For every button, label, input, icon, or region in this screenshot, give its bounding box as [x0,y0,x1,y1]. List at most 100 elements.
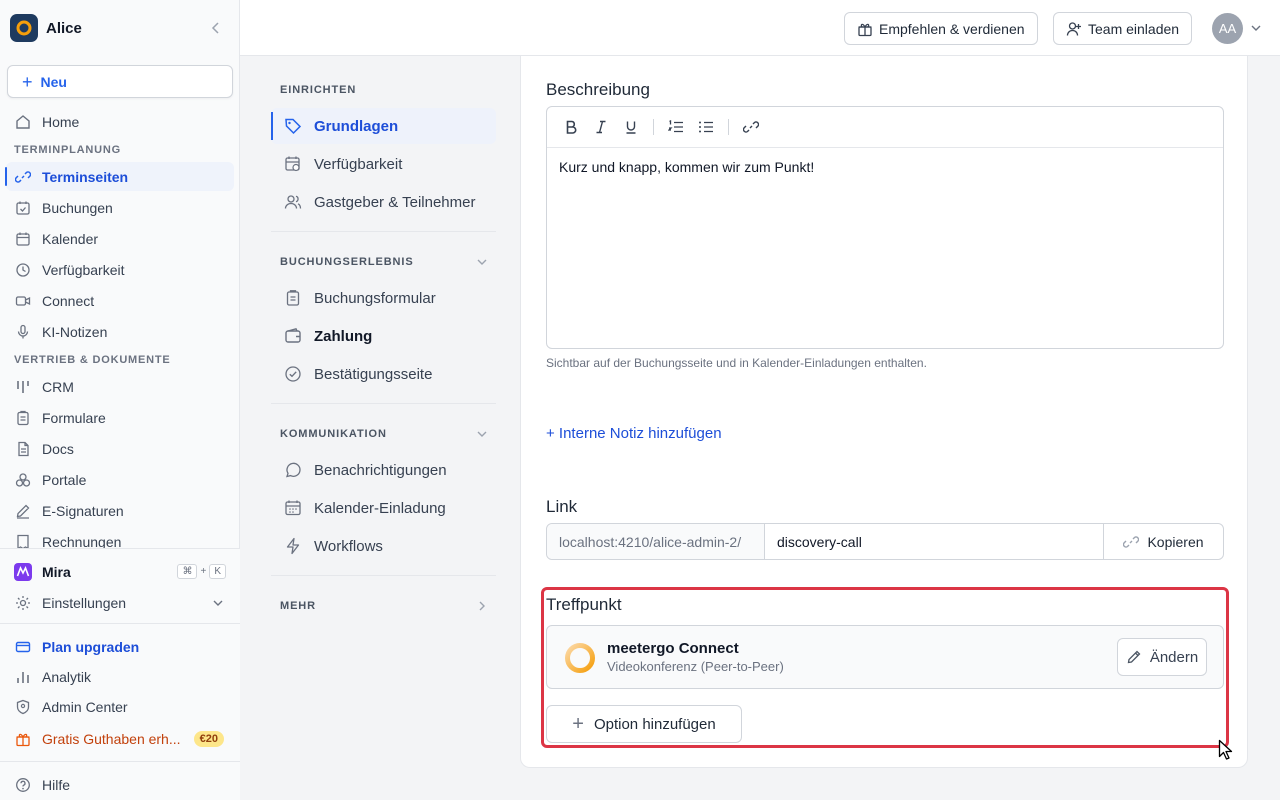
divider [271,403,496,404]
link-icon [14,168,32,186]
new-button[interactable]: + Neu [7,65,233,98]
event-settings-card: Beschreibung Kurz und knapp, kommen wir … [520,56,1248,768]
mira-logo-icon [14,562,32,581]
toolbar-separator [653,119,654,135]
nav-item-formulare[interactable]: Formulare [6,403,234,432]
nav-label: Kalender [42,230,99,247]
location-subtitle: Videokonferenz (Peer-to-Peer) [607,659,784,674]
nav-item-crm[interactable]: CRM [6,372,234,401]
nav-item-e-signaturen[interactable]: E-Signaturen [6,496,234,525]
nav-label: Admin Center [42,698,128,715]
nav-item-portale[interactable]: Portale [6,465,234,494]
nav-item-einstellungen[interactable]: Einstellungen [6,588,234,617]
shield-user-icon [14,698,32,716]
calendar-clock-icon [284,155,302,173]
subnav-item-bestaetigungsseite[interactable]: Bestätigungsseite [271,356,496,392]
invite-team-button[interactable]: Team einladen [1053,12,1193,45]
ordered-list-icon[interactable] [666,117,686,137]
nav-item-verfuegbarkeit[interactable]: Verfügbarkeit [6,255,234,284]
subnav-item-gastgeber[interactable]: Gastgeber & Teilnehmer [271,184,496,220]
subnav-item-buchungsformular[interactable]: Buchungsformular [271,280,496,316]
add-option-button[interactable]: + Option hinzufügen [546,705,742,743]
divider [271,575,496,576]
nav-item-mira[interactable]: Mira ⌘ + K [6,557,234,586]
bottom-nav: Mira ⌘ + K Einstellungen Plan upgraden A… [0,557,240,800]
section-label-more[interactable]: MEHR [271,588,496,624]
copy-button-label: Kopieren [1147,533,1204,550]
nav-item-analytik[interactable]: Analytik [6,662,234,691]
link-icon[interactable] [741,117,761,137]
nav-item-ki-notizen[interactable]: KI-Notizen [6,317,234,346]
add-internal-note-link[interactable]: + Interne Notiz hinzufügen [546,425,722,442]
calendar-check-icon [14,199,32,217]
subnav-item-workflows[interactable]: Workflows [271,528,496,564]
bullet-list-icon[interactable] [696,117,716,137]
add-option-label: Option hinzufügen [593,715,716,733]
description-label: Beschreibung [546,80,650,99]
nav-label: Analytik [42,668,92,685]
subnav-item-zahlung[interactable]: Zahlung [271,318,496,354]
help-icon [14,776,32,794]
new-button-label: Neu [40,73,67,90]
section-label-scheduling: TERMINPLANUNG [14,144,121,156]
workspace-switcher[interactable]: Alice [10,14,232,42]
pen-icon [14,502,32,520]
nav-label: Einstellungen [42,594,127,611]
clock-icon [14,261,32,279]
subnav-label: Kalender-Einladung [314,499,446,517]
avatar[interactable]: AA [1212,13,1243,44]
refer-button[interactable]: Empfehlen & verdienen [844,12,1038,45]
chevron-down-icon [476,428,488,440]
nav-item-connect[interactable]: Connect [6,286,234,315]
subnav-item-kalender-einladung[interactable]: Kalender-Einladung [271,490,496,526]
copy-link-button[interactable]: Kopieren [1103,524,1223,559]
nav-item-plan-upgraden[interactable]: Plan upgraden [6,632,234,661]
subnav-item-verfuegbarkeit[interactable]: Verfügbarkeit [271,146,496,182]
section-label-communication[interactable]: KOMMUNIKATION [271,416,496,452]
wallet-icon [284,327,302,345]
topbar: Empfehlen & verdienen Team einladen AA [240,0,1280,56]
chevron-right-icon [476,600,488,612]
lightning-icon [284,537,302,555]
change-location-button[interactable]: Ändern [1117,638,1207,676]
section-label-sales: VERTRIEB & DOKUMENTE [14,354,171,366]
underline-icon[interactable] [621,117,641,137]
boxes-icon [14,471,32,489]
subnav-item-grundlagen[interactable]: Grundlagen [271,108,496,144]
chevron-down-icon [476,256,488,268]
nav-item-admin-center[interactable]: Admin Center [6,692,234,721]
user-plus-icon [1066,21,1082,37]
chevron-down-icon[interactable] [1250,22,1262,34]
video-icon [14,292,32,310]
link-icon [1123,534,1140,550]
section-label-booking[interactable]: BUCHUNGSERLEBNIS [271,244,496,280]
nav-label: Hilfe [42,776,71,793]
nav-label: KI-Notizen [42,323,108,340]
link-slug-input[interactable] [765,524,1103,559]
nav-item-kalender[interactable]: Kalender [6,224,234,253]
toolbar-separator [728,119,729,135]
section-label-text: BUCHUNGSERLEBNIS [280,256,414,268]
italic-icon[interactable] [591,117,611,137]
subnav-label: Zahlung [314,327,373,345]
chevron-left-icon[interactable] [208,20,224,36]
clipboard-icon [14,409,32,427]
nav-item-buchungen[interactable]: Buchungen [6,193,234,222]
plus-icon: + [22,71,33,92]
nav-item-gratis-guthaben[interactable]: Gratis Guthaben erh... €20 [6,724,234,753]
subnav-item-benachrichtigungen[interactable]: Benachrichtigungen [271,452,496,488]
subnav-label: Grundlagen [314,117,399,135]
nav-item-terminseiten[interactable]: Terminseiten [5,162,234,191]
link-prefix: localhost:4210/alice-admin-2/ [547,524,765,559]
nav-item-docs[interactable]: Docs [6,434,234,463]
subnav-label: Bestätigungsseite [314,365,433,383]
nav-item-home[interactable]: Home [6,107,234,136]
bold-icon[interactable] [561,117,581,137]
nav-item-hilfe[interactable]: Hilfe [6,770,234,799]
section-label-text: MEHR [280,600,316,612]
editor-toolbar [547,107,1223,148]
bar-chart-icon [14,668,32,686]
microphone-icon [14,323,32,341]
description-text[interactable]: Kurz und knapp, kommen wir zum Punkt! [547,148,1223,186]
subnav-label: Gastgeber & Teilnehmer [314,193,476,211]
